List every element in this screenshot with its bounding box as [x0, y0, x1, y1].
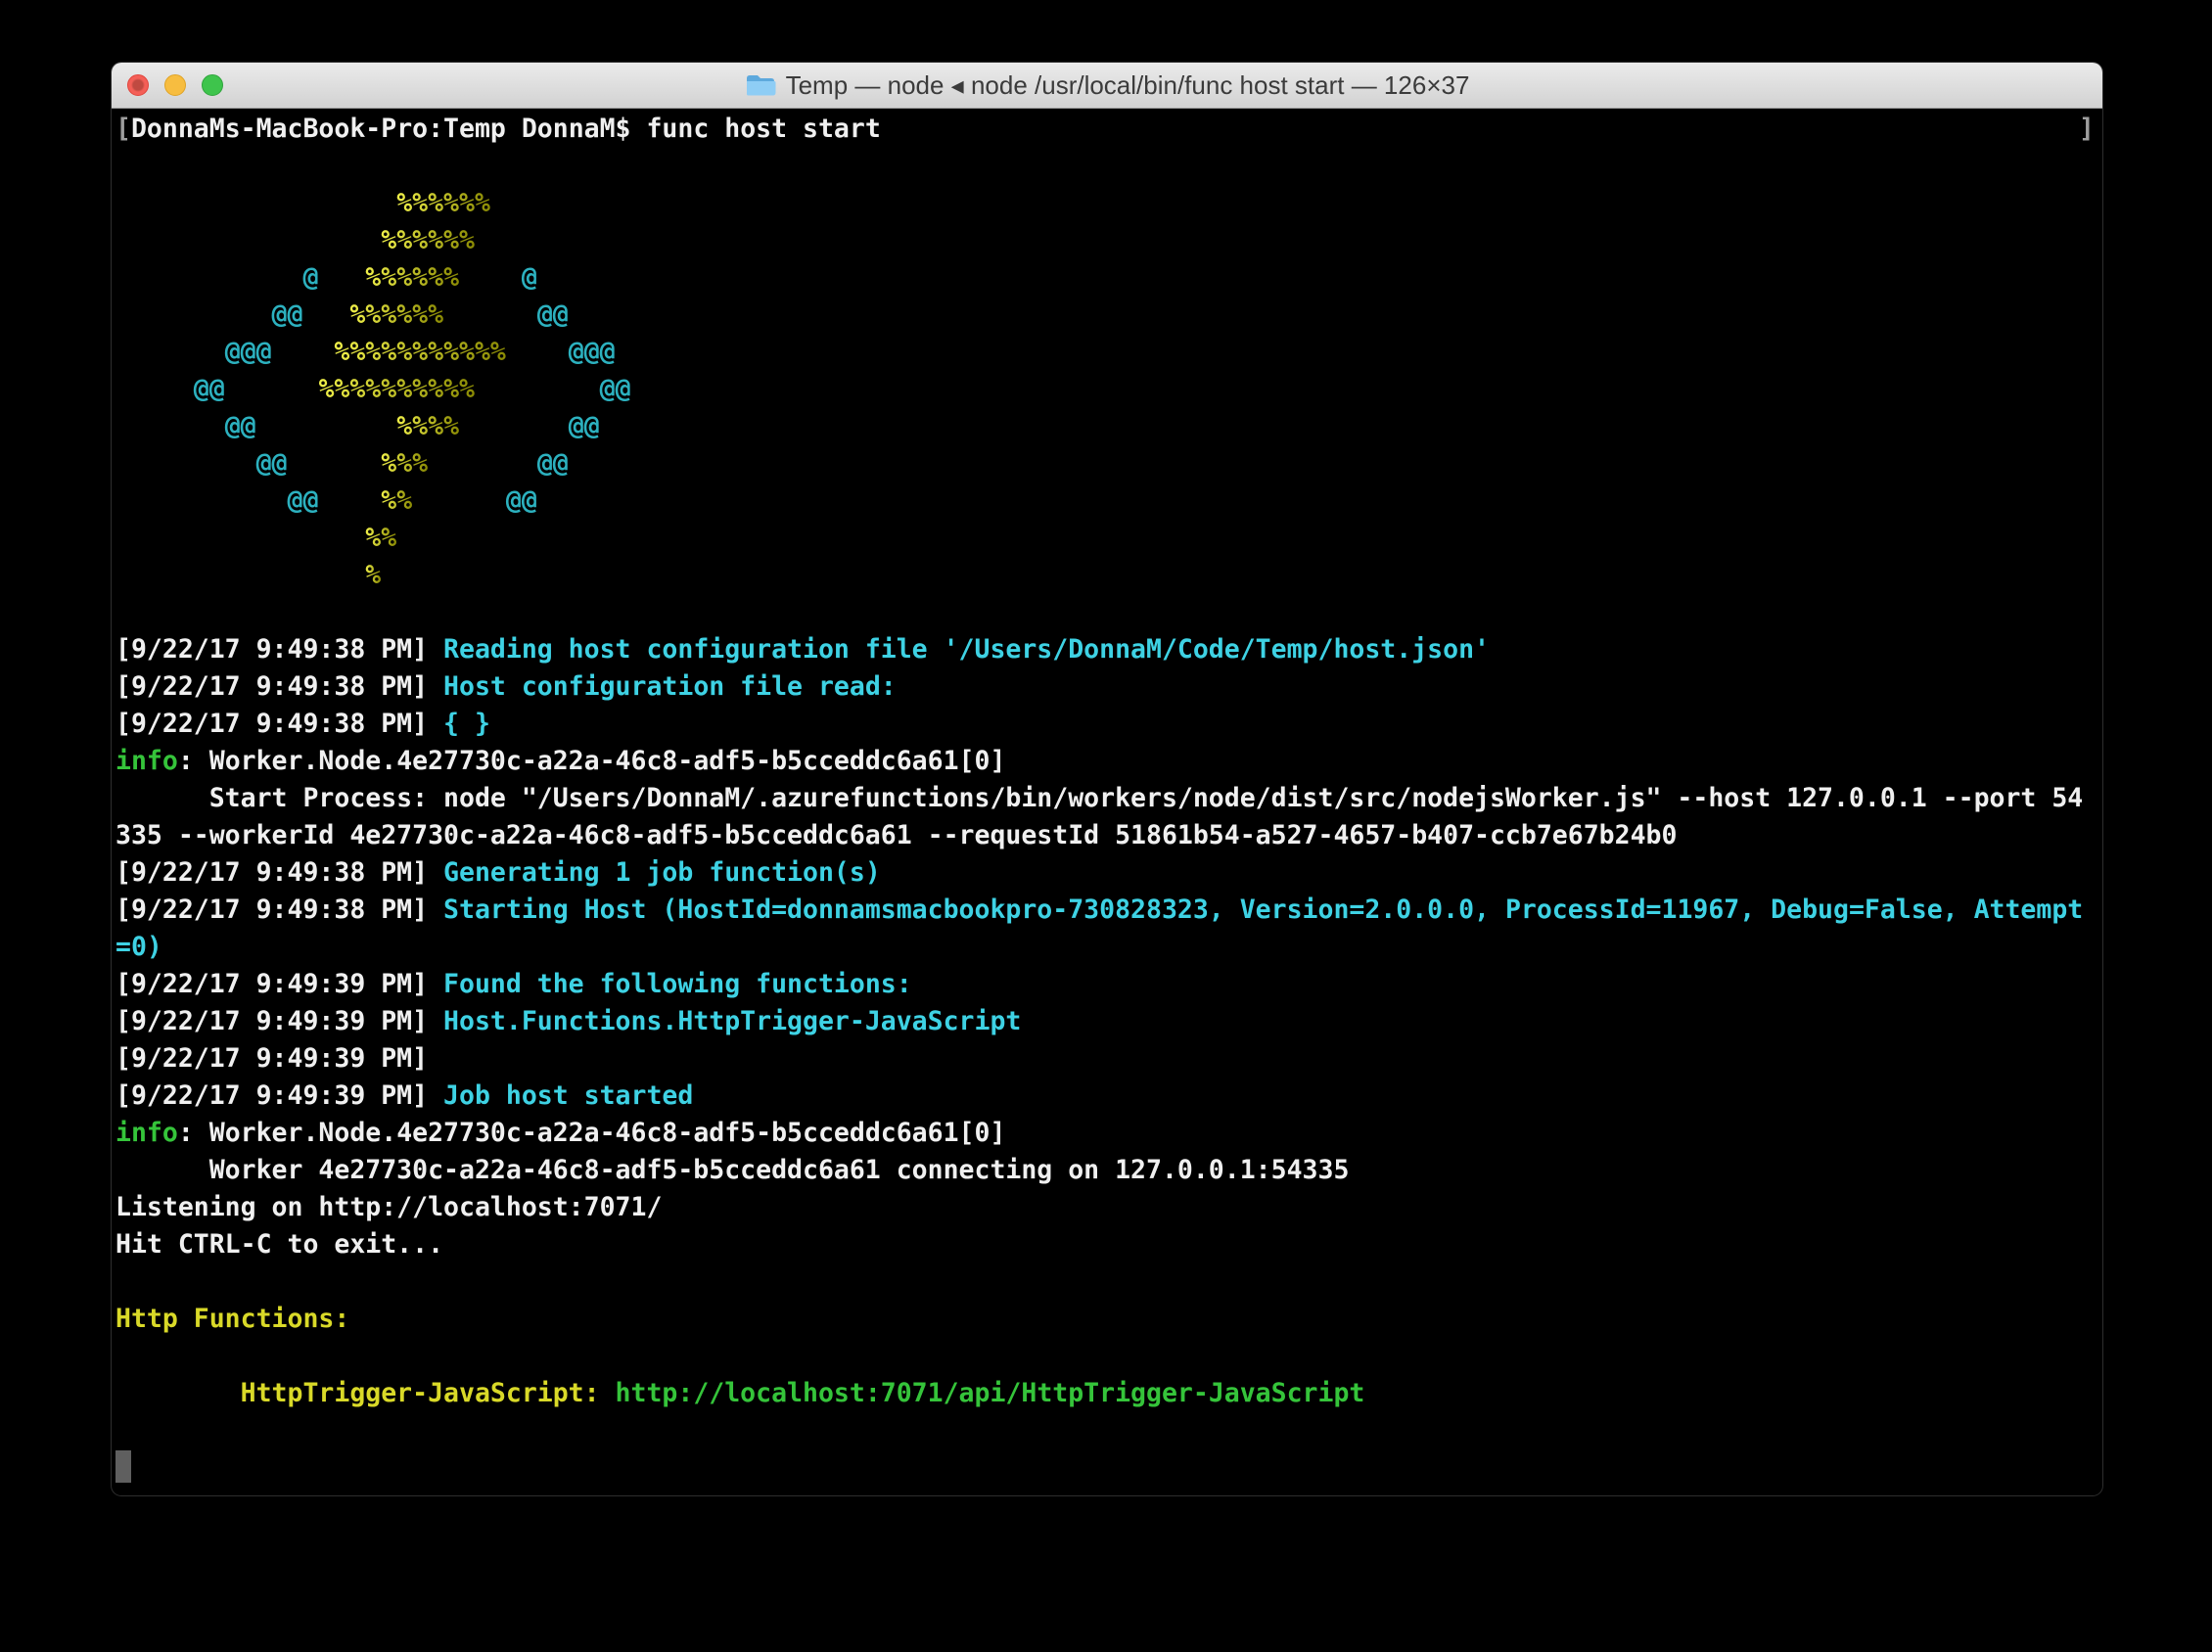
prompt-line: [DonnaMs-MacBook-Pro:Temp DonnaM$ func h… — [115, 111, 2102, 148]
logo-art-line: @ %%%%%% @ — [115, 259, 2102, 297]
terminal-log-line: Hit CTRL-C to exit... — [115, 1226, 2102, 1263]
logo-art-line: %%%%%% — [115, 185, 2102, 222]
close-button[interactable] — [127, 74, 149, 96]
folder-icon — [745, 72, 776, 98]
logo-art-line: @@ %%%% @@ — [115, 408, 2102, 445]
window-title-group: Temp — node ◂ node /usr/local/bin/func h… — [745, 70, 1470, 101]
terminal-log-line — [115, 1338, 2102, 1375]
terminal-log-line: [9/22/17 9:49:39 PM] Found the following… — [115, 966, 2102, 1003]
terminal-log-line: [9/22/17 9:49:39 PM] Host.Functions.Http… — [115, 1003, 2102, 1040]
logo-art-line: @@@ %%%%%%%%%%% @@@ — [115, 334, 2102, 371]
window-title: Temp — node ◂ node /usr/local/bin/func h… — [786, 70, 1470, 101]
logo-art-line: @@ %%%%%%%%%% @@ — [115, 371, 2102, 408]
prompt-command-text: DonnaMs-MacBook-Pro:Temp DonnaM$ func ho… — [131, 114, 881, 144]
logo-art-line: @@ %% @@ — [115, 482, 2102, 520]
terminal-log-line: Start Process: node "/Users/DonnaM/.azur… — [115, 780, 2102, 817]
logo-art-line: % — [115, 557, 2102, 594]
terminal-log-line: [9/22/17 9:49:38 PM] Reading host config… — [115, 631, 2102, 668]
terminal-window: Temp — node ◂ node /usr/local/bin/func h… — [112, 63, 2102, 1495]
zoom-button[interactable] — [202, 74, 223, 96]
terminal-log-line: info: Worker.Node.4e27730c-a22a-46c8-adf… — [115, 1115, 2102, 1152]
terminal-log-line: [9/22/17 9:49:39 PM] Job host started — [115, 1078, 2102, 1115]
traffic-lights — [127, 63, 223, 108]
terminal-log-line: [9/22/17 9:49:39 PM] — [115, 1040, 2102, 1078]
logo-art-line: %%%%%% — [115, 222, 2102, 259]
window-titlebar[interactable]: Temp — node ◂ node /usr/local/bin/func h… — [112, 63, 2102, 109]
terminal-log-line — [115, 1263, 2102, 1301]
blank-line — [115, 594, 2102, 631]
blank-line — [115, 148, 2102, 185]
prompt-close-bracket: ] — [2079, 111, 2095, 148]
logo-art-line: %% — [115, 520, 2102, 557]
terminal-log-line: [9/22/17 9:49:38 PM] Host configuration … — [115, 668, 2102, 706]
prompt-open-bracket: [ — [115, 114, 131, 144]
terminal-cursor — [115, 1450, 131, 1483]
terminal-log-line — [115, 1412, 2102, 1449]
terminal-log-line: 335 --workerId 4e27730c-a22a-46c8-adf5-b… — [115, 817, 2102, 854]
minimize-button[interactable] — [164, 74, 186, 96]
terminal-log-line: info: Worker.Node.4e27730c-a22a-46c8-adf… — [115, 743, 2102, 780]
terminal-log-line: Worker 4e27730c-a22a-46c8-adf5-b5cceddc6… — [115, 1152, 2102, 1189]
azure-functions-logo: %%%%%% %%%%%% @ %%%%%% @ @@ %%%%%% @@ @@… — [115, 185, 2102, 594]
terminal-content[interactable]: [DonnaMs-MacBook-Pro:Temp DonnaM$ func h… — [112, 109, 2102, 1487]
logo-art-line: @@ %%% @@ — [115, 445, 2102, 482]
terminal-log-line: HttpTrigger-JavaScript: http://localhost… — [115, 1375, 2102, 1412]
terminal-log-line: =0) — [115, 929, 2102, 966]
terminal-log-line: [9/22/17 9:49:38 PM] { } — [115, 706, 2102, 743]
logo-art-line: @@ %%%%%% @@ — [115, 297, 2102, 334]
terminal-log-line: Listening on http://localhost:7071/ — [115, 1189, 2102, 1226]
terminal-log-line: [9/22/17 9:49:38 PM] Starting Host (Host… — [115, 892, 2102, 929]
terminal-log-line: Http Functions: — [115, 1301, 2102, 1338]
terminal-log-line: [9/22/17 9:49:38 PM] Generating 1 job fu… — [115, 854, 2102, 892]
cursor-line — [115, 1449, 2102, 1487]
log-output: [9/22/17 9:49:38 PM] Reading host config… — [115, 631, 2102, 1449]
